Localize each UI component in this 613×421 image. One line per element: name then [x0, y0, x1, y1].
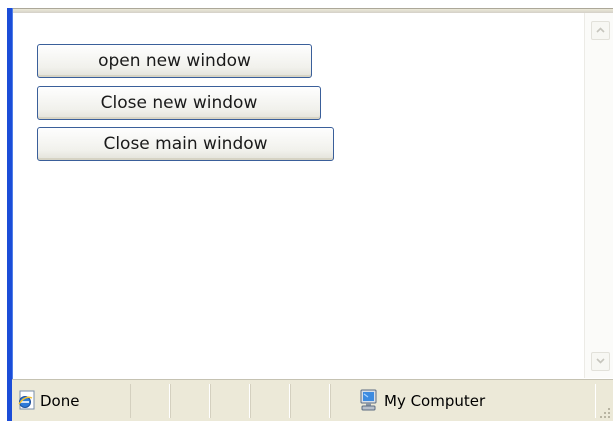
status-bar: Done My Computer [12, 379, 613, 421]
close-main-window-button[interactable]: Close main window [37, 127, 334, 161]
chevron-down-icon [596, 358, 605, 364]
status-panel [170, 384, 210, 418]
scroll-down-button[interactable] [591, 352, 610, 371]
resize-grip-icon[interactable] [597, 405, 611, 419]
zone-text: My Computer [384, 392, 486, 410]
chevron-up-icon [596, 27, 605, 33]
status-panel [210, 384, 250, 418]
status-text: Done [40, 392, 80, 410]
close-new-window-button[interactable]: Close new window [37, 86, 321, 120]
ie-page-icon [18, 390, 35, 410]
page-content: open new window Close new window Close m… [13, 13, 584, 378]
vertical-scrollbar[interactable] [584, 13, 613, 378]
open-new-window-button[interactable]: open new window [37, 44, 312, 78]
status-panel [290, 384, 330, 418]
status-panel [250, 384, 290, 418]
status-panel [130, 384, 170, 418]
my-computer-icon [360, 389, 377, 411]
browser-window: open new window Close new window Close m… [0, 0, 613, 421]
scroll-up-button[interactable] [591, 21, 610, 40]
